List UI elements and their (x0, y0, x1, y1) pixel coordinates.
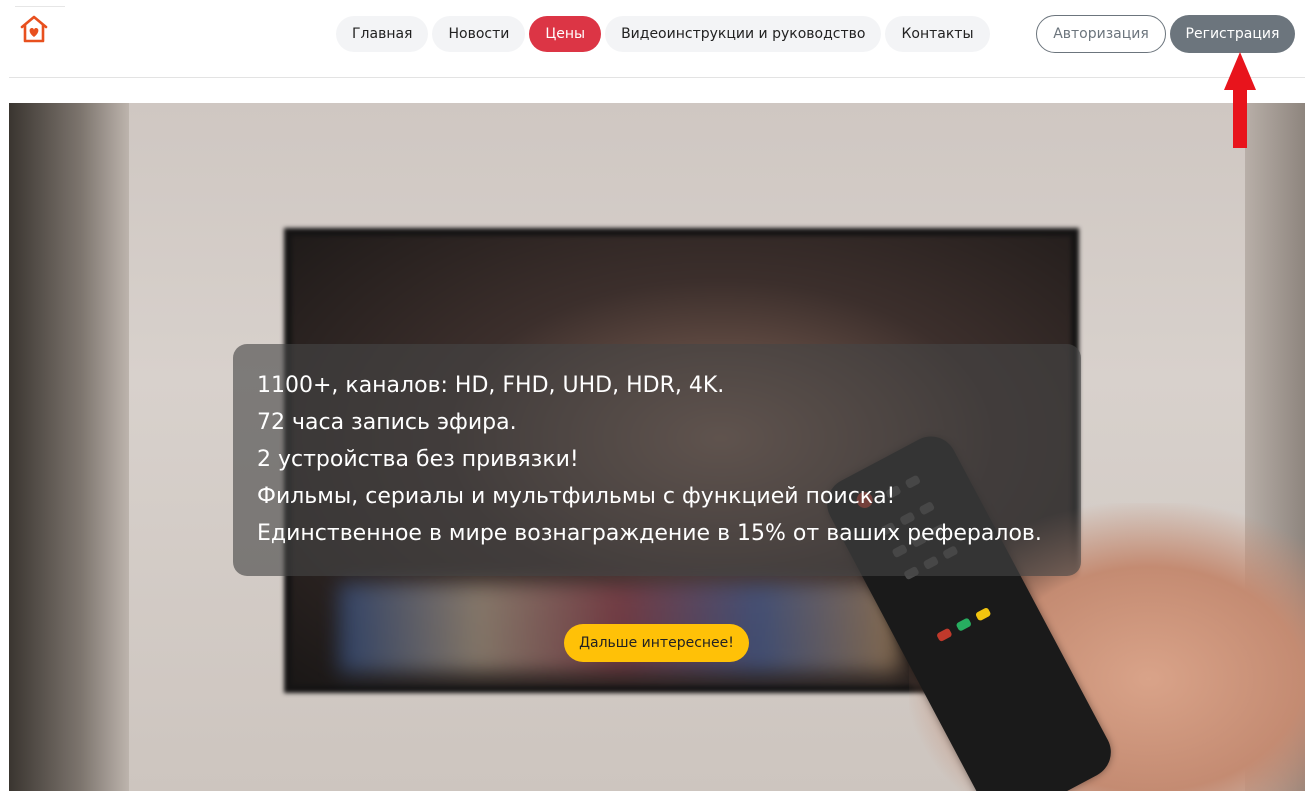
feature-line: 2 устройства без привязки! (257, 447, 579, 472)
features-panel: 1100+, каналов: HD, FHD, UHD, HDR, 4K. 7… (233, 344, 1081, 576)
feature-line: Фильмы, сериалы и мультфильмы с функцией… (257, 484, 896, 509)
register-button[interactable]: Регистрация (1170, 15, 1295, 53)
nav-item-video-guides[interactable]: Видеоинструкции и руководство (605, 16, 882, 52)
divider (15, 6, 65, 7)
nav-item-contacts[interactable]: Контакты (885, 16, 990, 52)
feature-line: 72 часа запись эфира. (257, 410, 517, 435)
hero-background-left (9, 103, 129, 791)
arrow-up-icon (1224, 52, 1256, 148)
nav-item-home[interactable]: Главная (336, 16, 429, 52)
main-nav: Главная Новости Цены Видеоинструкции и р… (336, 16, 994, 52)
hero-banner: 1100+, каналов: HD, FHD, UHD, HDR, 4K. 7… (9, 103, 1305, 791)
home-logo-icon[interactable] (18, 13, 50, 45)
nav-item-prices[interactable]: Цены (529, 16, 602, 52)
feature-line: Единственное в мире вознаграждение в 15%… (257, 521, 1042, 546)
more-interesting-button[interactable]: Дальше интереснее! (564, 624, 749, 662)
login-button[interactable]: Авторизация (1036, 15, 1166, 53)
nav-item-news[interactable]: Новости (432, 16, 526, 52)
feature-line: 1100+, каналов: HD, FHD, UHD, HDR, 4K. (257, 373, 725, 398)
